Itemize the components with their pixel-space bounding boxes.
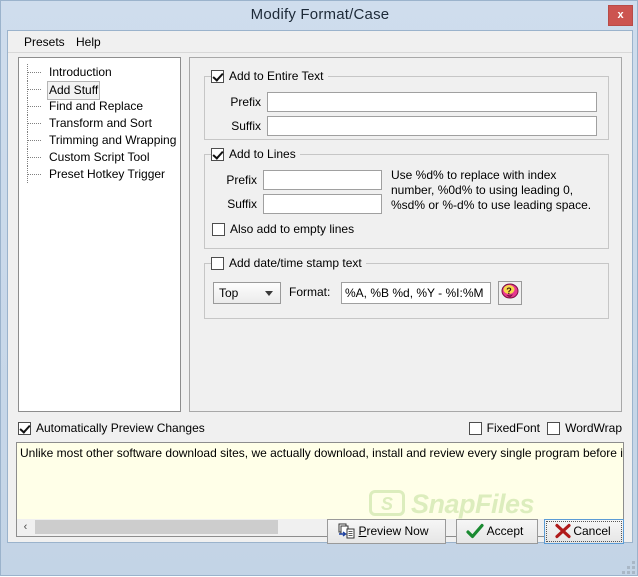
tree-item-label: Preset Hotkey Trigger	[49, 167, 166, 181]
preview-now-rest: review Now	[366, 524, 429, 538]
lines-suffix-label: Suffix	[227, 197, 257, 211]
entire-text-prefix-input[interactable]	[267, 92, 597, 112]
tree-connector-dots	[27, 123, 41, 124]
preview-document-icon	[338, 523, 355, 539]
close-button[interactable]: x	[608, 5, 633, 26]
title-bar: Modify Format/Case x	[1, 1, 638, 30]
datetime-position-select[interactable]: Top	[213, 282, 281, 304]
watermark-logo: S	[369, 490, 405, 516]
cross-icon	[555, 523, 571, 539]
menu-bar: Presets Help	[8, 31, 632, 53]
checkbox-box	[468, 422, 482, 435]
entire-text-prefix-label: Prefix	[230, 95, 261, 109]
window-title: Modify Format/Case	[250, 6, 390, 23]
group-add-to-lines: Add to Lines Prefix Suffix Use %d% to re…	[204, 147, 609, 249]
auto-preview-changes-checkbox[interactable]: Automatically Preview Changes	[18, 421, 205, 436]
checkbox-box	[18, 422, 31, 435]
add-to-entire-text-checkbox[interactable]: Add to Entire Text	[211, 69, 328, 85]
tree-connector-dots	[27, 89, 41, 90]
resize-grip[interactable]	[622, 561, 635, 574]
tree-item-label: Introduction	[49, 65, 112, 79]
svg-text:?: ?	[506, 286, 512, 296]
preview-now-label: Preview Now	[358, 520, 428, 543]
cancel-label: Cancel	[573, 524, 611, 538]
checkbox-label: Also add to empty lines	[230, 222, 355, 236]
tree-connector-dots	[27, 174, 41, 175]
fixedfont-checkbox[interactable]: FixedFont	[468, 421, 540, 436]
dialog-window: Modify Format/Case x Presets Help Introd…	[0, 0, 638, 576]
question-balloon-icon: ?	[501, 283, 519, 299]
tree-connector-dots	[27, 72, 41, 73]
group-add-datetime-stamp: Add date/time stamp text Top Format: ?	[204, 256, 609, 319]
checkbox-box	[211, 148, 224, 161]
menu-item-help[interactable]: Help	[70, 34, 107, 50]
group-add-to-entire-text: Add to Entire Text Prefix Suffix	[204, 69, 609, 140]
accept-label: Accept	[486, 524, 524, 538]
preview-now-accel: P	[358, 524, 367, 538]
also-add-empty-lines-checkbox[interactable]: Also add to empty lines	[212, 222, 354, 237]
checkbox-label: Add to Entire Text	[229, 69, 324, 83]
add-datetime-stamp-checkbox[interactable]: Add date/time stamp text	[211, 256, 366, 272]
checkbox-label: WordWrap	[565, 421, 622, 435]
tree-connector-dots	[27, 140, 41, 141]
chevron-down-icon	[265, 291, 273, 296]
tree-item-label: Trimming and Wrapping	[49, 133, 177, 147]
tree-item-preset-hotkey-trigger[interactable]: Preset Hotkey Trigger	[25, 166, 180, 183]
preview-text-content: Unlike most other software download site…	[20, 446, 623, 460]
menu-item-presets[interactable]: Presets	[18, 34, 71, 50]
datetime-format-input[interactable]	[341, 282, 491, 304]
tree-item-trimming-and-wrapping[interactable]: Trimming and Wrapping	[25, 132, 180, 149]
lines-prefix-label: Prefix	[226, 173, 257, 187]
options-panel: Add to Entire Text Prefix Suffix Add to …	[189, 57, 622, 412]
tree-item-custom-script-tool[interactable]: Custom Script Tool	[25, 149, 180, 166]
checkmark-icon	[466, 523, 484, 539]
datetime-format-label: Format:	[289, 285, 331, 299]
format-help-button[interactable]: ?	[498, 281, 522, 305]
tree-item-find-and-replace[interactable]: Find and Replace	[25, 98, 180, 115]
tree-item-label: Transform and Sort	[49, 116, 152, 130]
checkbox-box	[211, 257, 224, 270]
lines-suffix-input[interactable]	[263, 194, 382, 214]
tree-item-add-stuff[interactable]: Add Stuff	[25, 81, 180, 100]
checkbox-label: Automatically Preview Changes	[36, 421, 205, 435]
tree-item-label: Custom Script Tool	[49, 150, 150, 164]
preview-options-bar: Automatically Preview Changes FixedFont …	[8, 418, 632, 440]
wordwrap-checkbox[interactable]: WordWrap	[547, 421, 622, 436]
tree-item-introduction[interactable]: Introduction	[25, 64, 180, 81]
checkbox-label: Add date/time stamp text	[229, 256, 362, 270]
entire-text-suffix-input[interactable]	[267, 116, 597, 136]
datetime-position-value: Top	[219, 286, 239, 300]
tree-connector-dots	[27, 106, 41, 107]
navigation-tree[interactable]: Introduction Add Stuff Find and Replace …	[18, 57, 181, 412]
preview-now-button[interactable]: Preview Now	[327, 519, 446, 544]
checkbox-box	[547, 422, 561, 435]
cancel-button[interactable]: Cancel	[544, 519, 624, 544]
lines-prefix-input[interactable]	[263, 170, 382, 190]
dialog-button-bar: Preview Now Accept Cancel	[1, 514, 638, 577]
tree-connector-dots	[27, 157, 41, 158]
checkbox-label: FixedFont	[486, 421, 540, 435]
client-area: Presets Help Introduction Add Stuff Find…	[7, 30, 633, 543]
accept-button[interactable]: Accept	[456, 519, 538, 544]
checkbox-box	[212, 223, 225, 236]
checkbox-box	[211, 70, 224, 83]
checkbox-label: Add to Lines	[229, 147, 296, 161]
lines-hint-text: Use %d% to replace with index number, %0…	[391, 168, 592, 212]
add-to-lines-checkbox[interactable]: Add to Lines	[211, 147, 300, 163]
entire-text-suffix-label: Suffix	[231, 119, 261, 133]
tree-item-label: Find and Replace	[49, 99, 144, 113]
tree-item-transform-and-sort[interactable]: Transform and Sort	[25, 115, 180, 132]
